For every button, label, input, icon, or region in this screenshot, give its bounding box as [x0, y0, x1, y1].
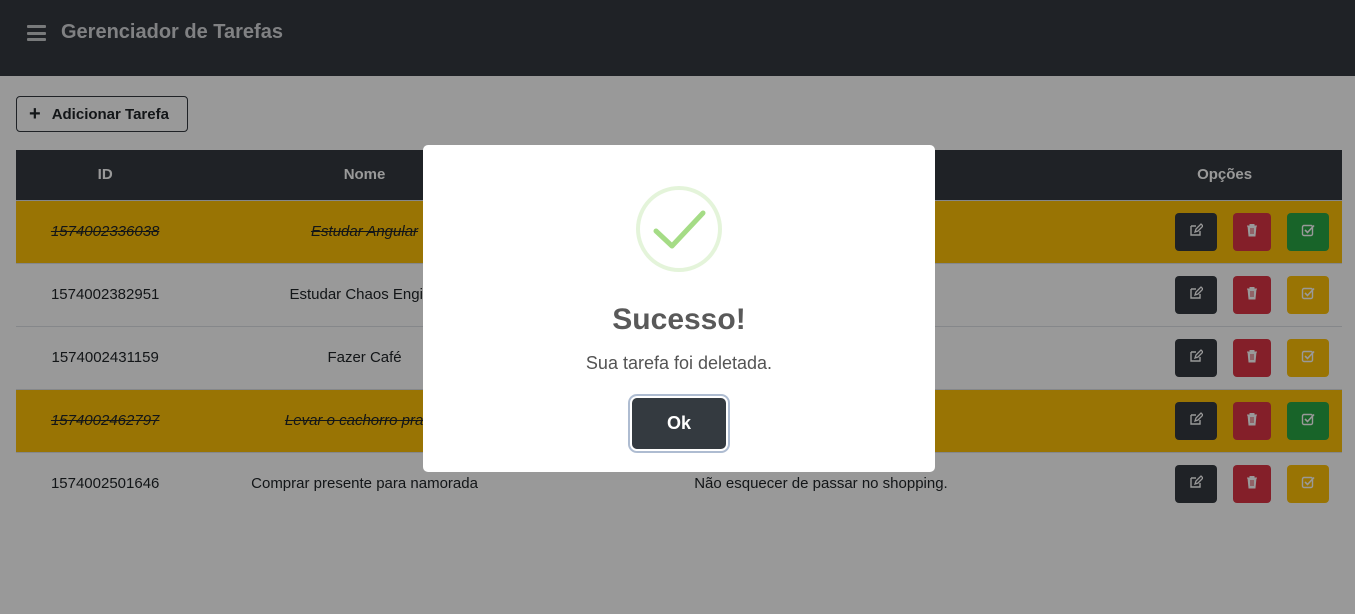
ok-button[interactable]: Ok [632, 398, 726, 449]
dialog-message: Sua tarefa foi deletada. [585, 353, 773, 373]
success-check-icon [636, 186, 722, 272]
dialog-title: Sucesso! [612, 303, 746, 336]
success-dialog: Sucesso! Sua tarefa foi deletada. Ok [423, 145, 935, 472]
